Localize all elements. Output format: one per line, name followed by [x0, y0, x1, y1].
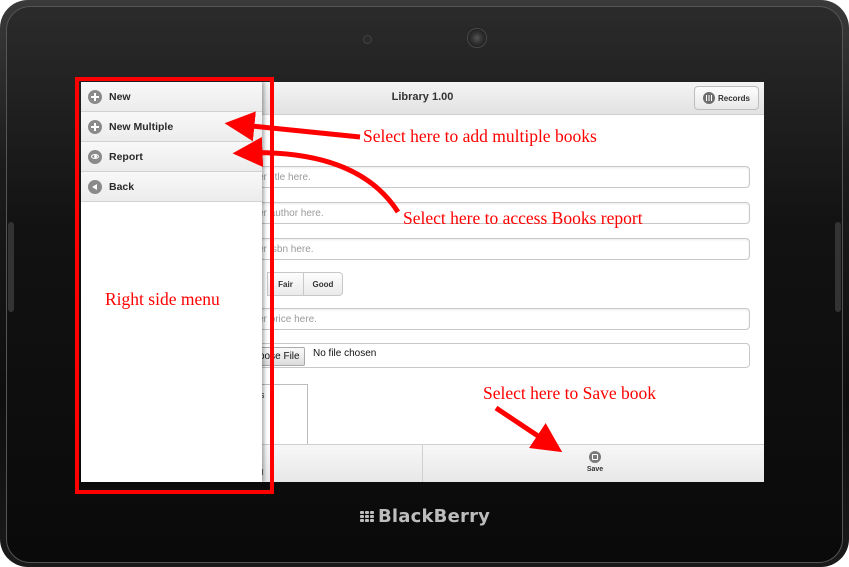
arrow-to-report: [232, 137, 401, 214]
annotation-arrows: [224, 111, 563, 453]
arrow-to-new-multiple: [224, 111, 361, 142]
arrow-to-save: [494, 405, 563, 453]
